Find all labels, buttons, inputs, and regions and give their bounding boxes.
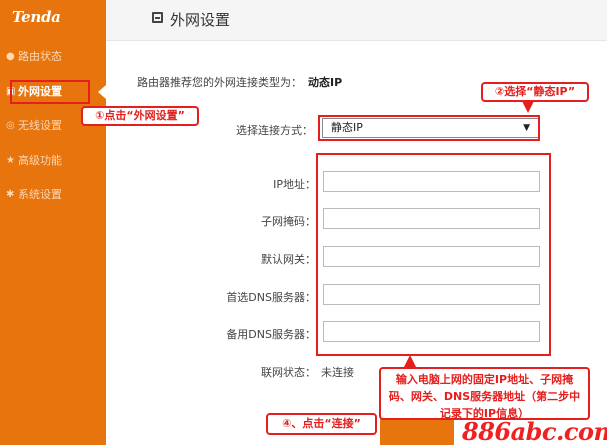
sidebar-item-system-settings[interactable]: ✱ 系统设置 [0, 183, 106, 207]
sidebar: Tenda ● 路由状态 ▣ 外网设置 ◎ 无线设置 ★ 高级功能 ✱ 系统设置 [0, 0, 106, 445]
ip-address-label: IP地址： [273, 178, 316, 191]
sidebar-item-advanced[interactable]: ★ 高级功能 [0, 149, 106, 173]
sidebar-item-label: 高级功能 [18, 154, 62, 167]
page-title: 外网设置 [170, 11, 231, 29]
recommend-value: 动态IP [308, 76, 343, 89]
callout-step2-tail [522, 101, 534, 113]
callout-step3: 输入电脑上网的固定IP地址、子网掩码、网关、DNS服务器地址（第二步中记录下的I… [379, 367, 590, 420]
connection-type-label: 选择连接方式： [236, 124, 313, 137]
active-item-highlight [10, 80, 90, 104]
star-icon: ★ [6, 155, 15, 166]
select-highlight [318, 115, 540, 141]
wireless-icon: ◎ [6, 120, 15, 131]
fields-highlight [316, 153, 551, 356]
watermark: 886abc.com [462, 417, 607, 446]
recommend-line: 路由器推荐您的外网连接类型为： 动态IP [137, 74, 342, 90]
active-item-pointer [98, 85, 106, 99]
callout-step2: ②选择“静态IP” [481, 82, 589, 102]
status-value: 未连接 [321, 366, 354, 379]
recommend-label: 路由器推荐您的外网连接类型为： [137, 76, 302, 89]
sidebar-item-label: 无线设置 [18, 119, 62, 132]
callout-step3-tail [404, 355, 416, 367]
primary-dns-label: 首选DNS服务器： [226, 291, 316, 304]
callout-step1: ①点击“外网设置” [81, 106, 199, 126]
secondary-dns-label: 备用DNS服务器： [226, 328, 316, 341]
sidebar-item-router-status[interactable]: ● 路由状态 [0, 45, 106, 69]
default-gateway-label: 默认网关： [261, 253, 316, 266]
monitor-icon [152, 12, 163, 23]
sidebar-item-label: 路由状态 [18, 50, 62, 63]
circle-icon: ● [6, 51, 15, 62]
gear-icon: ✱ [6, 189, 15, 200]
subnet-mask-label: 子网掩码： [261, 215, 316, 228]
sidebar-item-label: 系统设置 [18, 188, 62, 201]
status-label: 联网状态： [261, 366, 316, 379]
tenda-logo: Tenda [12, 8, 61, 26]
callout-step4: ④、点击“连接” [266, 413, 377, 435]
